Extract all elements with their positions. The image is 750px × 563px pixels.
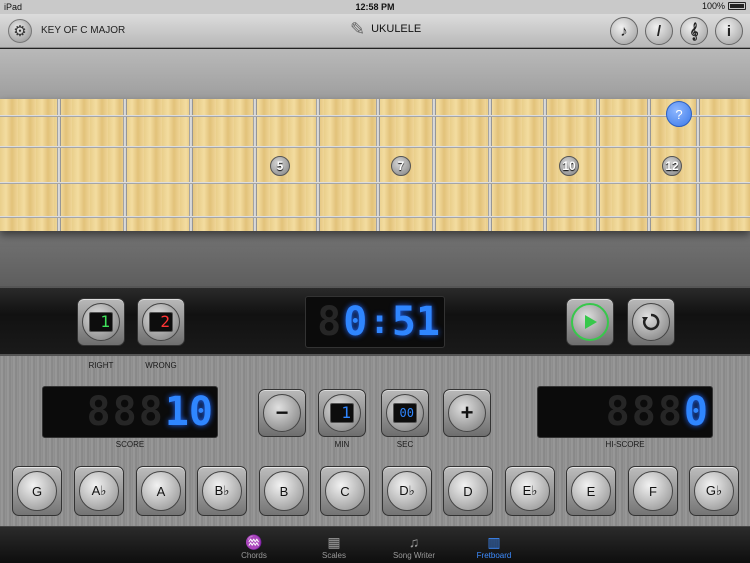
gear-icon[interactable]: ⚙	[8, 19, 32, 43]
fretboard[interactable]	[0, 99, 750, 231]
tab-scales[interactable]: ▦ Scales	[294, 529, 374, 562]
wrong-count: 2	[149, 312, 173, 332]
status-bar: iPad 12:58 PM 100%	[0, 0, 750, 14]
fret-marker-5: 5	[270, 156, 290, 176]
fret	[189, 99, 193, 231]
play-button[interactable]	[566, 298, 614, 346]
note-button-a[interactable]: A	[136, 466, 186, 516]
string	[0, 216, 750, 218]
note-button-d[interactable]: D	[443, 466, 493, 516]
decrease-time-button[interactable]: −	[258, 389, 306, 437]
pick-icon[interactable]: /	[645, 17, 673, 45]
treble-clef-icon[interactable]: 𝄞	[680, 17, 708, 45]
nav-bar: ⚙ KEY OF C MAJOR ✎ UKULELE ♪ / 𝄞 i	[0, 14, 750, 48]
right-counter: 1	[77, 298, 125, 346]
battery-percent: 100%	[701, 1, 725, 11]
string	[0, 182, 750, 184]
note-button-b-flat[interactable]: B♭	[197, 466, 247, 516]
score-value: 10	[164, 389, 213, 435]
sec-value: 00	[393, 403, 417, 423]
note-button-e[interactable]: E	[566, 466, 616, 516]
note-button-c[interactable]: C	[320, 466, 370, 516]
fret-marker-12: 12	[662, 156, 682, 176]
fret-marker-7: 7	[391, 156, 411, 176]
string	[0, 115, 750, 117]
right-label: RIGHT	[88, 361, 114, 370]
min-value: 1	[330, 403, 354, 423]
fret	[253, 99, 257, 231]
note-button-g[interactable]: G	[12, 466, 62, 516]
sec-label: SEC	[396, 440, 414, 449]
plus-icon: +	[448, 394, 486, 432]
fret	[316, 99, 320, 231]
score-label: SCORE	[115, 440, 145, 449]
fret	[488, 99, 492, 231]
tab-song-writer[interactable]: ♫ Song Writer	[374, 529, 454, 562]
timer-display: 8 0 : 51	[305, 296, 445, 348]
timer-strip: 1 2 8 0 : 51	[0, 286, 750, 356]
string	[0, 146, 750, 148]
note-button-e-flat[interactable]: E♭	[505, 466, 555, 516]
reset-icon	[642, 313, 660, 331]
fret	[376, 99, 380, 231]
note-icon[interactable]: ♪	[610, 17, 638, 45]
fretboard-area: 5 7 10 12 ?	[0, 49, 750, 286]
clock: 12:58 PM	[355, 2, 395, 12]
key-selector[interactable]: KEY OF C MAJOR	[41, 25, 125, 36]
fret-marker-10: 10	[559, 156, 579, 176]
hiscore-display: 8 8 8 0	[537, 386, 713, 438]
game-panel: RIGHT WRONG 8 8 8 10 SCORE − 1 MIN 00 SE…	[0, 356, 750, 526]
fret	[696, 99, 700, 231]
target-note-marker: ?	[666, 101, 692, 127]
score-display: 8 8 8 10	[42, 386, 218, 438]
play-icon	[585, 315, 597, 329]
tab-bar: ♒ Chords ▦ Scales ♫ Song Writer ▥ Fretbo…	[0, 526, 750, 563]
info-icon[interactable]: i	[715, 17, 743, 45]
increase-time-button[interactable]: +	[443, 389, 491, 437]
min-label: MIN	[334, 440, 350, 449]
fret	[647, 99, 651, 231]
fretboard-icon: ▥	[487, 534, 501, 550]
note-button-d-flat[interactable]: D♭	[382, 466, 432, 516]
minus-icon: −	[263, 394, 301, 432]
ukulele-icon: ✎	[350, 19, 366, 39]
fret	[543, 99, 547, 231]
scale-icon: ▦	[327, 534, 341, 550]
song-writer-icon: ♫	[408, 534, 420, 550]
note-button-a-flat[interactable]: A♭	[74, 466, 124, 516]
fret	[123, 99, 127, 231]
wrong-counter: 2	[137, 298, 185, 346]
note-button-f[interactable]: F	[628, 466, 678, 516]
hiscore-value: 0	[683, 389, 708, 435]
page-title: UKULELE	[371, 23, 422, 35]
minutes-setting[interactable]: 1	[318, 389, 366, 437]
fret	[57, 99, 61, 231]
fret	[596, 99, 600, 231]
note-button-g-flat[interactable]: G♭	[689, 466, 739, 516]
reset-button[interactable]	[627, 298, 675, 346]
fret	[432, 99, 436, 231]
timer-separator: :	[369, 302, 390, 342]
tab-chords[interactable]: ♒ Chords	[214, 529, 294, 562]
timer-minutes: 0	[343, 299, 368, 345]
note-button-b[interactable]: B	[259, 466, 309, 516]
hiscore-label: HI-SCORE	[605, 440, 645, 449]
guitar-icon: ♒	[245, 534, 263, 550]
wrong-label: WRONG	[145, 361, 177, 370]
battery-icon	[728, 2, 746, 10]
right-count: 1	[89, 312, 113, 332]
tab-fretboard[interactable]: ▥ Fretboard	[454, 529, 534, 562]
timer-seconds: 51	[391, 299, 440, 345]
seconds-setting[interactable]: 00	[381, 389, 429, 437]
